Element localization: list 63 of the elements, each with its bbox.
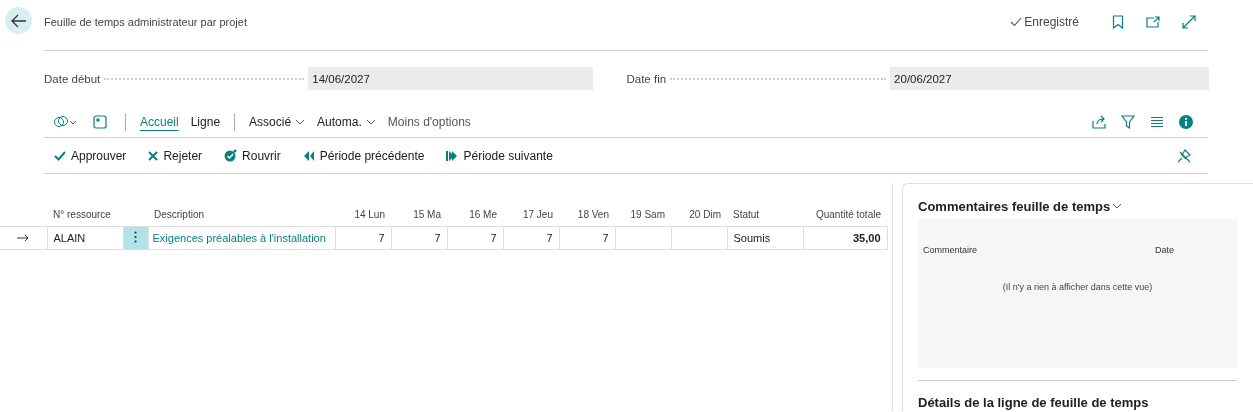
column-header: 15 Ma (391, 209, 447, 227)
chevron-down-icon[interactable] (365, 119, 376, 125)
column-header: 20 Dim (671, 209, 727, 227)
description-link[interactable]: Exigences préalables à l'installation (148, 226, 335, 250)
column-header: Date (1155, 245, 1174, 255)
chevron-down-icon[interactable] (1112, 203, 1123, 209)
checkmark-icon (1010, 16, 1023, 27)
info-icon[interactable] (1179, 115, 1193, 129)
copilot-menu-icon[interactable] (54, 115, 78, 129)
column-header: Quantité totale (803, 209, 887, 227)
action-tab[interactable]: Accueil (134, 112, 185, 132)
table-cell: ALAIN (47, 226, 123, 250)
more-options-icon[interactable] (134, 231, 137, 243)
column-header: 19 Sam (615, 209, 671, 227)
back-arrow-icon (10, 13, 27, 28)
table-cell: 7 (503, 226, 559, 250)
approve-button[interactable]: Approuver (54, 144, 139, 167)
table-cell: Soumis (727, 226, 803, 250)
reopen-button[interactable]: Rouvrir (224, 144, 293, 167)
bookmark-icon[interactable] (1112, 14, 1124, 29)
double-right-triangle-icon (446, 150, 459, 161)
options-link[interactable]: Moins d'options (381, 112, 477, 132)
unpin-icon[interactable] (1177, 148, 1191, 163)
share-icon[interactable] (1092, 115, 1106, 129)
table-cell: 35,00 (803, 226, 887, 250)
menu-button[interactable]: Associé (243, 112, 312, 132)
empty-message: (Il n'y a rien à afficher dans cette vue) (1001, 282, 1154, 292)
table-cell: 7 (335, 226, 391, 250)
layout-icon[interactable] (93, 115, 107, 129)
table-cell: 7 (447, 226, 503, 250)
chevron-down-icon[interactable] (295, 119, 306, 125)
field-label: Date début (44, 72, 101, 85)
column-header: Statut (727, 209, 803, 227)
open-new-window-icon[interactable] (1146, 15, 1160, 28)
list-icon[interactable] (1150, 116, 1164, 128)
date-field[interactable]: 14/06/2027 (308, 67, 594, 90)
filter-icon[interactable] (1121, 115, 1135, 129)
column-header: 17 Jeu (503, 209, 559, 227)
check-circle-icon (224, 149, 238, 162)
section-title[interactable]: Commentaires feuille de temps (918, 198, 1111, 214)
column-header: 18 Ven (559, 209, 615, 227)
date-field[interactable]: 20/06/2027 (890, 67, 1209, 90)
column-header: N° ressource (47, 209, 123, 227)
column-header: 16 Me (447, 209, 503, 227)
page-title: Feuille de temps administrateur par projet (44, 15, 247, 28)
menu-button[interactable]: Automa. (311, 112, 382, 132)
checkmark-icon (54, 150, 66, 161)
table-cell: 7 (559, 226, 615, 250)
column-header: 14 Lun (335, 209, 391, 227)
cross-icon (148, 150, 159, 161)
previous-button[interactable]: Période précédente (302, 144, 437, 167)
back-button[interactable] (5, 7, 32, 34)
section-title: Détails de la ligne de feuille de temps (918, 380, 1237, 410)
column-header: Commentaire (923, 245, 978, 255)
double-left-triangle-icon (302, 150, 315, 161)
column-header: Description (148, 209, 335, 227)
table-cell: 7 (391, 226, 447, 250)
expand-icon[interactable] (1182, 14, 1196, 29)
field-label: Date fin (626, 72, 667, 85)
save-status: Enregistré (1010, 14, 1079, 29)
action-tab[interactable]: Ligne (184, 112, 227, 132)
reject-button[interactable]: Rejeter (148, 144, 215, 167)
next-button[interactable]: Période suivante (446, 144, 565, 167)
